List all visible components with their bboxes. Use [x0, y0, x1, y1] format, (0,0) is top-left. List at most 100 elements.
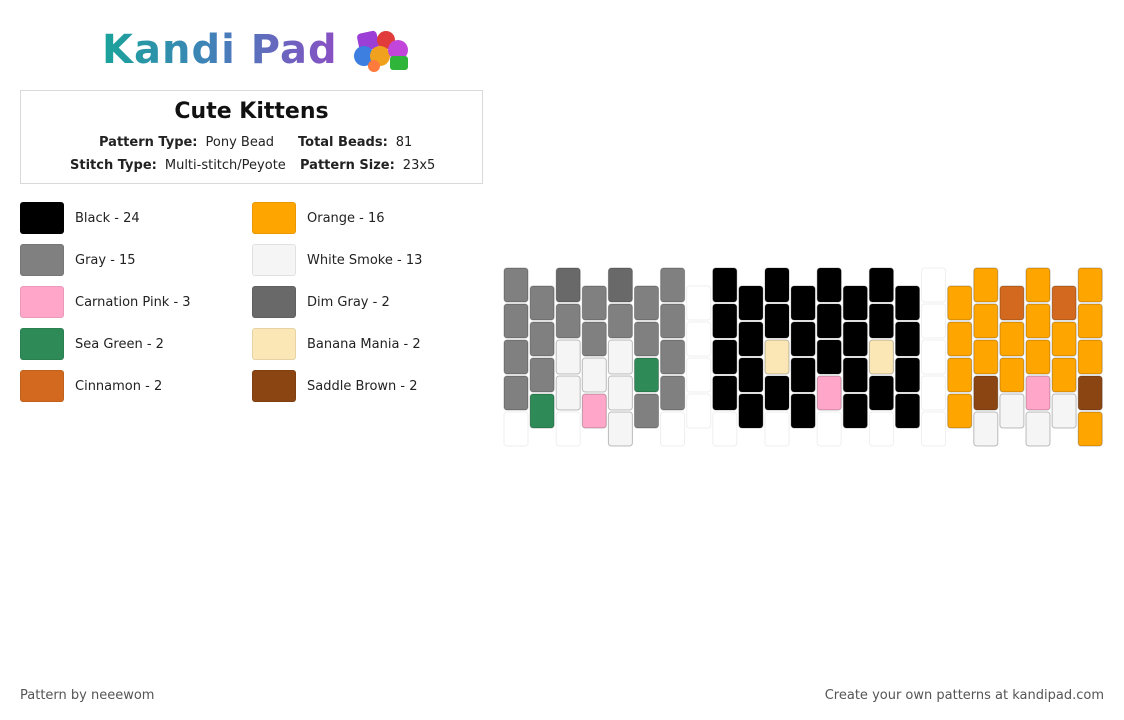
legend-item-sea-green: Sea Green - 2: [20, 328, 164, 360]
bead: [816, 267, 842, 303]
color-swatch: [20, 286, 64, 318]
bead: [790, 357, 816, 393]
candy-beads-icon: [353, 30, 408, 72]
legend-label: Gray - 15: [75, 252, 136, 268]
bead: [895, 357, 920, 393]
bead: [764, 375, 790, 411]
bead: [529, 285, 555, 321]
bead: [738, 357, 764, 393]
logo-text: Kandi Pad: [102, 27, 338, 73]
bead: [973, 411, 999, 447]
pattern-size-row: Pattern Size: 23x5: [300, 158, 435, 173]
bead: [712, 267, 738, 303]
empty-bead-slot: [921, 411, 947, 447]
kandi-pad-logo[interactable]: Kandi Pad: [102, 26, 426, 74]
color-swatch: [252, 202, 296, 234]
bead: [1051, 321, 1077, 357]
bead: [895, 321, 920, 357]
color-swatch: [20, 202, 64, 234]
bead: [555, 267, 581, 303]
bead: [947, 357, 973, 393]
pattern-type-label: Pattern Type:: [99, 135, 198, 150]
empty-bead-slot: [712, 411, 738, 447]
bead: [947, 393, 973, 429]
legend-label: Banana Mania - 2: [307, 336, 421, 352]
pattern-size-label: Pattern Size:: [300, 158, 395, 173]
bead: [868, 303, 894, 339]
pattern-size-value: 23x5: [402, 158, 436, 173]
bead: [1077, 303, 1103, 339]
bead: [581, 285, 607, 321]
color-swatch: [20, 244, 64, 276]
bead: [1077, 411, 1103, 447]
bead: [973, 267, 999, 303]
bead: [1051, 357, 1077, 393]
bead: [1051, 285, 1077, 321]
bead: [607, 375, 633, 411]
bead: [529, 357, 555, 393]
bead: [660, 339, 686, 375]
color-swatch: [252, 286, 296, 318]
bead: [555, 375, 581, 411]
color-swatch: [20, 370, 64, 402]
empty-bead-slot: [686, 393, 712, 429]
bead: [790, 393, 816, 429]
bead: [790, 321, 816, 357]
bead: [1025, 303, 1051, 339]
legend-item-cinnamon: Cinnamon - 2: [20, 370, 162, 402]
legend-item-black: Black - 24: [20, 202, 140, 234]
empty-bead-slot: [921, 339, 947, 375]
bead: [947, 285, 973, 321]
bead: [634, 321, 659, 357]
total-beads-label: Total Beads:: [298, 135, 388, 150]
color-swatch: [252, 370, 296, 402]
bead: [581, 393, 607, 429]
bead: [634, 393, 659, 429]
bead: [1051, 393, 1077, 429]
bead: [712, 303, 738, 339]
empty-bead-slot: [868, 411, 894, 447]
bead: [999, 393, 1025, 429]
legend-label: Sea Green - 2: [75, 336, 164, 352]
legend-label: Saddle Brown - 2: [307, 378, 418, 394]
bead: [999, 321, 1025, 357]
stitch-type-row: Stitch Type: Multi-stitch/Peyote: [70, 158, 286, 173]
bead: [738, 321, 764, 357]
legend-label: Cinnamon - 2: [75, 378, 163, 394]
legend-item-white-smoke: White Smoke - 13: [252, 244, 422, 276]
bead: [607, 267, 633, 303]
bead: [1025, 375, 1051, 411]
bead: [660, 303, 686, 339]
bead: [503, 339, 529, 375]
bead: [947, 321, 973, 357]
bead: [529, 393, 555, 429]
empty-bead-slot: [764, 411, 790, 447]
create-patterns-link[interactable]: Create your own patterns at kandipad.com: [825, 688, 1104, 703]
pattern-type-row: Pattern Type: Pony Bead: [99, 135, 274, 150]
bead: [555, 339, 581, 375]
empty-bead-slot: [660, 411, 686, 447]
empty-bead-slot: [921, 267, 947, 303]
pattern-info-box: Cute Kittens Pattern Type: Pony Bead Tota…: [20, 90, 483, 184]
pattern-title: Cute Kittens: [174, 99, 329, 124]
bead: [973, 375, 999, 411]
bead: [1025, 411, 1051, 447]
legend-item-dim-gray: Dim Gray - 2: [252, 286, 390, 318]
stitch-type-label: Stitch Type:: [70, 158, 157, 173]
bead: [555, 303, 581, 339]
legend-item-saddle-brown: Saddle Brown - 2: [252, 370, 418, 402]
bead-pattern-grid: [503, 267, 1103, 447]
bead: [712, 375, 738, 411]
bead: [1077, 375, 1103, 411]
bead: [581, 321, 607, 357]
bead: [660, 267, 686, 303]
stitch-type-value: Multi-stitch/Peyote: [164, 158, 286, 173]
legend-item-orange: Orange - 16: [252, 202, 385, 234]
color-swatch: [252, 328, 296, 360]
bead: [503, 303, 529, 339]
bead: [868, 267, 894, 303]
bead: [503, 267, 529, 303]
bead: [1025, 267, 1051, 303]
bead: [607, 303, 633, 339]
pattern-type-value: Pony Bead: [205, 135, 275, 150]
